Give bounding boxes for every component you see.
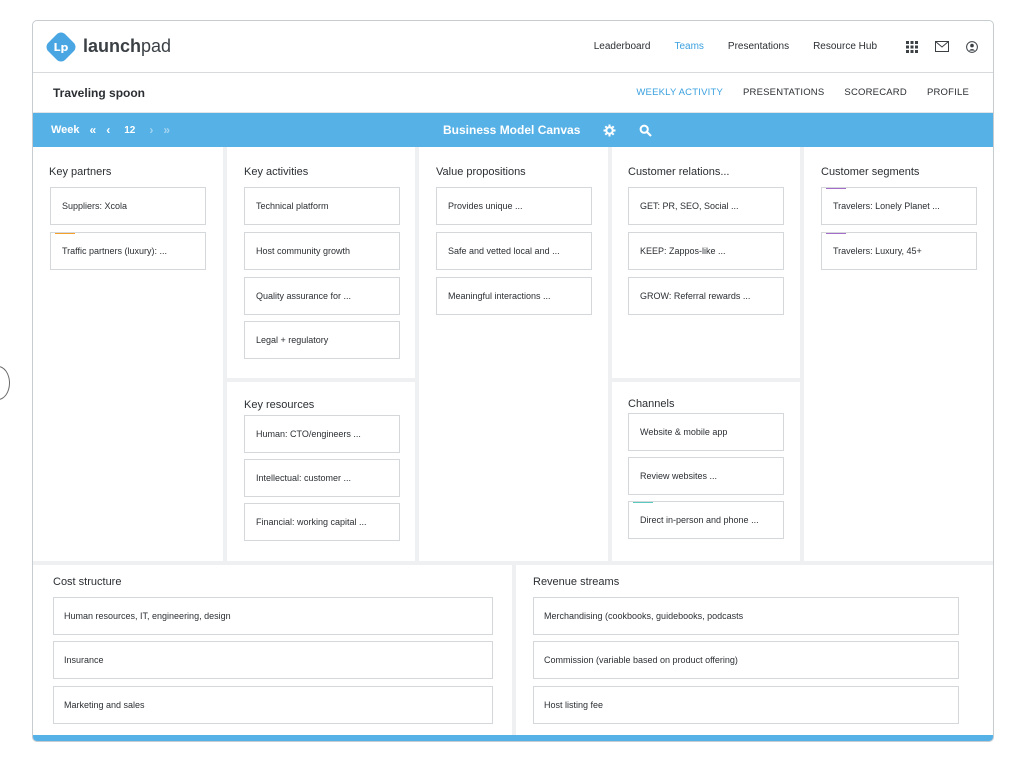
brand-name: launchpad <box>83 36 172 56</box>
search-icon[interactable] <box>638 123 652 137</box>
tab-presentations[interactable]: PRESENTATIONS <box>743 87 824 98</box>
block-title: Cost structure <box>53 576 122 588</box>
week-label: Week <box>51 124 80 136</box>
card[interactable]: Host listing fee <box>533 686 959 724</box>
block-revenue-streams: Revenue streams Merchandising (cookbooks… <box>516 565 993 737</box>
project-bar: Traveling spoon WEEKLY ACTIVITY PRESENTA… <box>33 73 993 113</box>
card[interactable]: KEEP: Zappos-like ... <box>628 232 784 270</box>
card[interactable]: Safe and vetted local and ... <box>436 232 592 270</box>
block-cost-structure: Cost structure Human resources, IT, engi… <box>33 565 512 737</box>
canvas-title: Business Model Canvas <box>443 123 581 137</box>
block-title: Revenue streams <box>533 576 620 588</box>
nav-link-leaderboard[interactable]: Leaderboard <box>594 41 651 52</box>
nav-link-resource-hub[interactable]: Resource Hub <box>813 41 877 52</box>
block-title: Customer relations... <box>628 166 730 178</box>
card[interactable]: Provides unique ... <box>436 187 592 225</box>
block-title: Key activities <box>244 166 309 178</box>
card[interactable]: Human resources, IT, engineering, design <box>53 597 493 635</box>
card[interactable]: Commission (variable based on product of… <box>533 641 959 679</box>
mail-icon[interactable] <box>935 40 949 54</box>
nav-icons <box>905 40 979 54</box>
tag-marker <box>633 502 653 503</box>
tab-scorecard[interactable]: SCORECARD <box>844 87 907 98</box>
first-week-icon[interactable]: « <box>90 123 97 137</box>
nav-link-presentations[interactable]: Presentations <box>728 41 789 52</box>
nav-link-teams[interactable]: Teams <box>674 41 703 52</box>
tab-weekly-activity[interactable]: WEEKLY ACTIVITY <box>636 87 723 98</box>
project-title: Traveling spoon <box>53 85 146 100</box>
card[interactable]: Legal + regulatory <box>244 321 400 359</box>
block-customer-relations: Customer relations... GET: PR, SEO, Soci… <box>612 147 800 378</box>
user-icon[interactable] <box>965 40 979 54</box>
nav-links: Leaderboard Teams Presentations Resource… <box>594 41 877 52</box>
card[interactable]: Merchandising (cookbooks, guidebooks, po… <box>533 597 959 635</box>
card[interactable]: Insurance <box>53 641 493 679</box>
tab-profile[interactable]: PROFILE <box>927 87 969 98</box>
app-window: Lp launchpad Leaderboard Teams Presentat… <box>32 20 994 742</box>
block-title: Customer segments <box>821 166 920 178</box>
card[interactable]: Review websites ... <box>628 457 784 495</box>
block-title: Key resources <box>244 399 315 411</box>
card[interactable]: GET: PR, SEO, Social ... <box>628 187 784 225</box>
brand-logo[interactable]: Lp launchpad <box>44 29 172 64</box>
project-tabs: WEEKLY ACTIVITY PRESENTATIONS SCORECARD … <box>636 87 969 98</box>
side-panel-handle[interactable] <box>0 366 10 400</box>
block-key-resources: Key resources Human: CTO/engineers ... I… <box>227 382 415 561</box>
previous-week-icon[interactable]: ‹ <box>106 123 110 137</box>
toolbar-center: Business Model Canvas <box>443 123 652 137</box>
block-key-partners: Key partners Suppliers: Xcola Traffic pa… <box>33 147 223 561</box>
block-title: Channels <box>628 398 675 410</box>
grid-icon[interactable] <box>905 40 919 54</box>
logo-mark-icon: Lp <box>44 29 78 64</box>
card[interactable]: Meaningful interactions ... <box>436 277 592 315</box>
last-week-icon[interactable]: » <box>163 123 170 137</box>
card[interactable]: Suppliers: Xcola <box>50 187 206 225</box>
card[interactable]: Travelers: Luxury, 45+ <box>821 232 977 270</box>
card[interactable]: Traffic partners (luxury): ... <box>50 232 206 270</box>
block-key-activities: Key activities Technical platform Host c… <box>227 147 415 378</box>
card[interactable]: Technical platform <box>244 187 400 225</box>
top-navigation: Lp launchpad Leaderboard Teams Presentat… <box>33 21 993 73</box>
card[interactable]: Marketing and sales <box>53 686 493 724</box>
card[interactable]: Financial: working capital ... <box>244 503 400 541</box>
business-model-canvas: Key partners Suppliers: Xcola Traffic pa… <box>33 147 993 737</box>
block-customer-segments: Customer segments Travelers: Lonely Plan… <box>804 147 993 561</box>
week-navigator: Week « ‹ 12 › » <box>51 123 170 137</box>
next-week-icon[interactable]: › <box>149 123 153 137</box>
card[interactable]: Direct in-person and phone ... <box>628 501 784 539</box>
block-channels: Channels Website & mobile app Review web… <box>612 382 800 561</box>
canvas-toolbar: Week « ‹ 12 › » Business Model Canvas <box>33 113 993 147</box>
card[interactable]: Quality assurance for ... <box>244 277 400 315</box>
block-title: Key partners <box>49 166 112 178</box>
week-number: 12 <box>124 124 136 136</box>
card[interactable]: GROW: Referral rewards ... <box>628 277 784 315</box>
tag-marker <box>826 188 846 189</box>
block-title: Value propositions <box>436 166 526 178</box>
gear-icon[interactable] <box>602 123 616 137</box>
card[interactable]: Human: CTO/engineers ... <box>244 415 400 453</box>
card[interactable]: Travelers: Lonely Planet ... <box>821 187 977 225</box>
tag-marker <box>55 233 75 234</box>
tag-marker <box>826 233 846 234</box>
card[interactable]: Intellectual: customer ... <box>244 459 400 497</box>
card[interactable]: Host community growth <box>244 232 400 270</box>
block-value-propositions: Value propositions Provides unique ... S… <box>419 147 608 561</box>
bottom-accent-strip <box>33 735 993 741</box>
card[interactable]: Website & mobile app <box>628 413 784 451</box>
